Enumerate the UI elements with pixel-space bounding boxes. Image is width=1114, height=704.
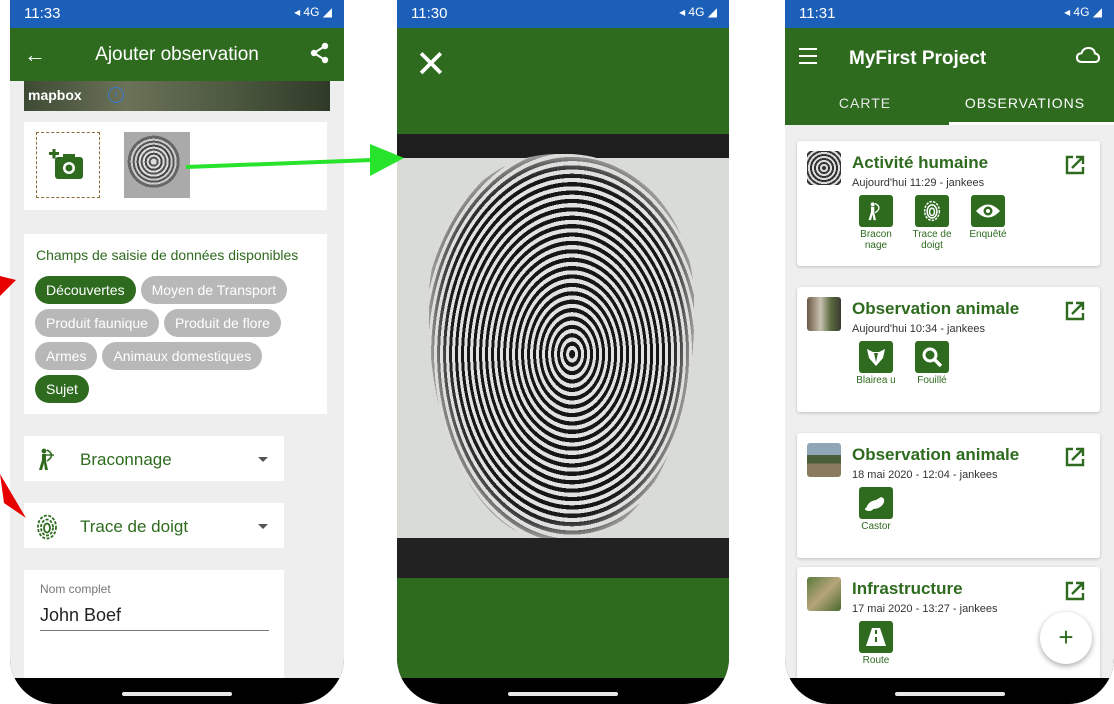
- red-arrow-head-bottom: [0, 474, 26, 518]
- red-arrow-head-top: [0, 276, 16, 296]
- green-arrow-line: [185, 158, 373, 169]
- annotation-arrows: [0, 144, 404, 518]
- green-arrow-head: [370, 144, 404, 176]
